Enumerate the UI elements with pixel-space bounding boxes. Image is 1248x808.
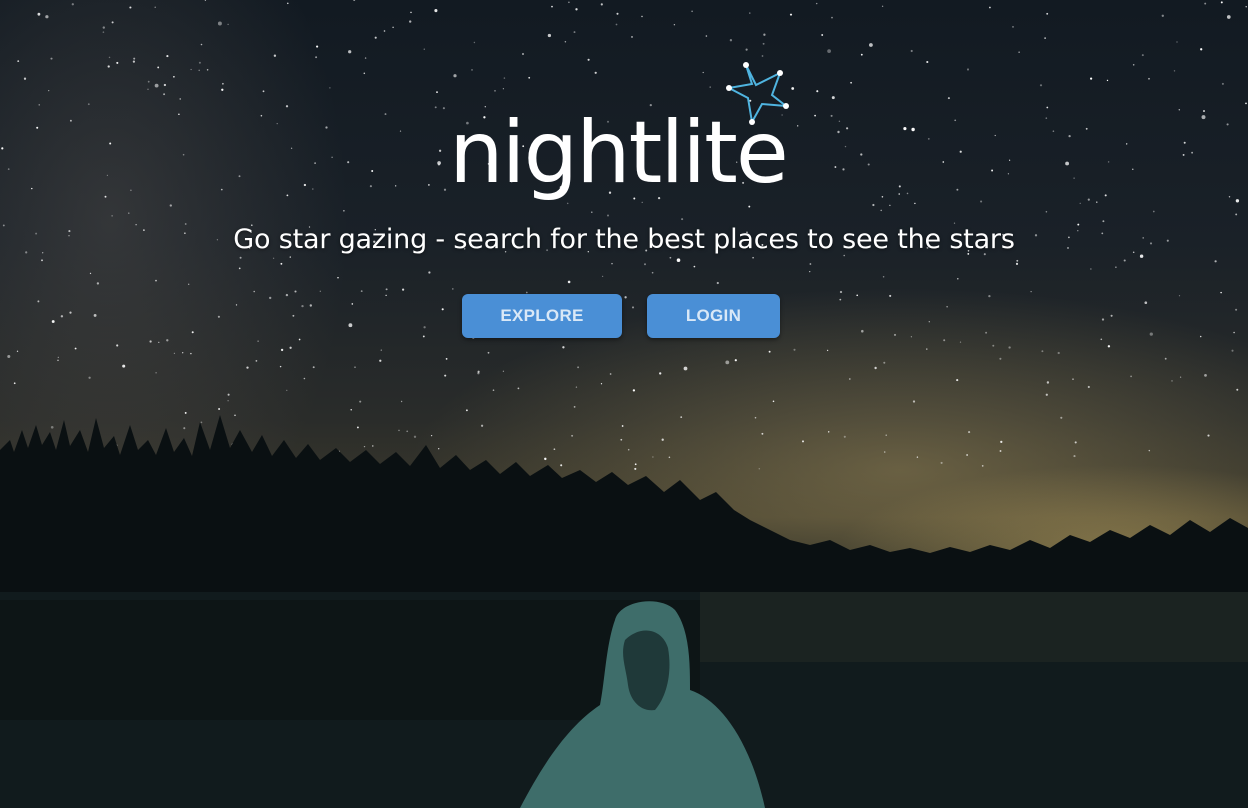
explore-button[interactable]: EXPLORE xyxy=(462,294,622,338)
login-button[interactable]: LOGIN xyxy=(647,294,780,338)
logo-wordmark: nightlite xyxy=(449,103,787,203)
nightlite-logo[interactable]: nightlite xyxy=(0,0,1248,808)
hero-tagline: Go star gazing - search for the best pla… xyxy=(233,224,1015,255)
hero-section: nightlite Go star gazing - search for th… xyxy=(0,0,1248,808)
